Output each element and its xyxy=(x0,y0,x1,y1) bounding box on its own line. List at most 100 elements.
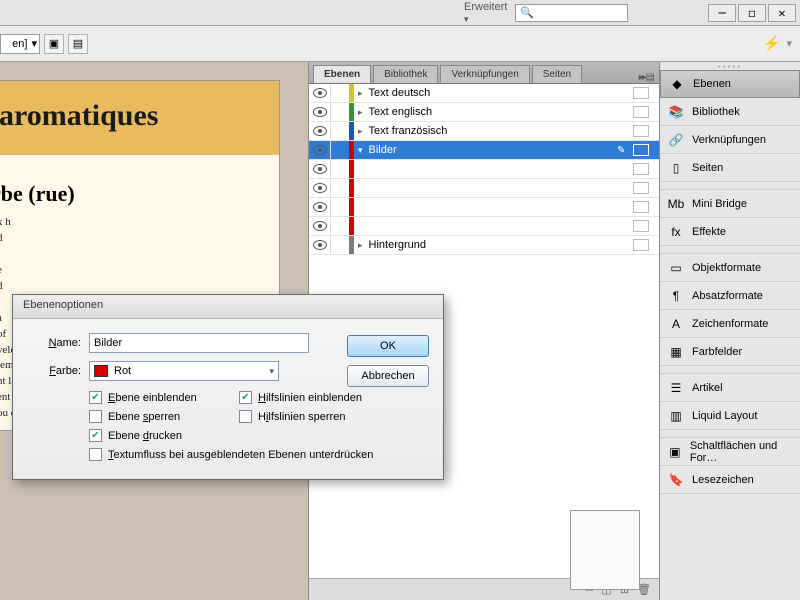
toolbar-icon-2[interactable]: ▤ xyxy=(68,34,88,54)
zoom-dropdown[interactable]: en]▾ xyxy=(0,34,40,54)
dock-grip[interactable]: ▪▪▪▪▪ xyxy=(660,62,800,70)
dock-item-icon: ▥ xyxy=(668,408,684,424)
name-label: Name: xyxy=(29,337,81,349)
panel-tab-bibliothek[interactable]: Bibliothek xyxy=(373,65,438,83)
visibility-toggle[interactable] xyxy=(309,160,331,178)
dock-item-mini-bridge[interactable]: MbMini Bridge xyxy=(660,190,800,218)
checkbox-icon[interactable] xyxy=(89,410,102,423)
selection-indicator[interactable] xyxy=(633,182,649,194)
checkbox-icon[interactable] xyxy=(239,410,252,423)
checkbox-option[interactable]: ✔Hilfslinien einblenden xyxy=(239,391,429,404)
checkbox-icon[interactable]: ✔ xyxy=(89,429,102,442)
dock-item-seiten[interactable]: ▯Seiten xyxy=(660,154,800,182)
layer-color-bar xyxy=(349,217,354,235)
checkbox-label: Hilfslinien sperren xyxy=(258,411,345,423)
search-input[interactable]: 🔍 xyxy=(515,4,628,22)
layer-name-label: Text englisch xyxy=(367,106,633,118)
dock-item-icon: 🔖 xyxy=(668,472,684,488)
dock-item-lesezeichen[interactable]: 🔖Lesezeichen xyxy=(660,466,800,494)
dock-item-schaltfl-chen-und-for-[interactable]: ▣Schaltflächen und For… xyxy=(660,438,800,466)
layer-row[interactable]: ▸Hintergrund xyxy=(309,236,659,255)
selection-indicator[interactable] xyxy=(633,220,649,232)
control-bar: en]▾ ▣ ▤ ⚡ ▾ xyxy=(0,26,800,62)
selection-indicator[interactable] xyxy=(633,125,649,137)
panel-tab-verknüpfungen[interactable]: Verknüpfungen xyxy=(440,65,529,83)
dock-item-zeichenformate[interactable]: AZeichenformate xyxy=(660,310,800,338)
disclosure-triangle-icon[interactable]: ▾ xyxy=(358,145,363,156)
layer-row[interactable] xyxy=(309,179,659,198)
panel-collapse-icon[interactable]: ▸▸ ▤ xyxy=(633,72,659,83)
image-frame-placeholder[interactable] xyxy=(570,510,640,590)
layer-row[interactable]: ▾Bilder✎ xyxy=(309,141,659,160)
selection-indicator[interactable] xyxy=(633,163,649,175)
layer-row[interactable]: ▸Text französisch xyxy=(309,122,659,141)
checkbox-icon[interactable]: ✔ xyxy=(89,391,102,404)
checkbox-option[interactable]: ✔Ebene einblenden xyxy=(89,391,239,404)
dock-item-liquid-layout[interactable]: ▥ Liquid Layout xyxy=(660,402,800,430)
panel-tab-ebenen[interactable]: Ebenen xyxy=(313,65,371,83)
color-value: Rot xyxy=(114,365,131,377)
selection-indicator[interactable] xyxy=(633,106,649,118)
layer-row[interactable]: ▸Text deutsch xyxy=(309,84,659,103)
visibility-toggle[interactable] xyxy=(309,236,331,254)
layer-color-bar xyxy=(349,141,354,159)
dock-item-bibliothek[interactable]: 📚Bibliothek xyxy=(660,98,800,126)
selection-indicator[interactable] xyxy=(633,201,649,213)
selection-indicator[interactable] xyxy=(633,144,649,156)
layer-row[interactable] xyxy=(309,217,659,236)
minimize-button[interactable]: ─ xyxy=(708,4,736,22)
dock-item-effekte[interactable]: fxEffekte xyxy=(660,218,800,246)
disclosure-triangle-icon[interactable]: ▸ xyxy=(358,126,363,137)
dock-item-icon: ◆ xyxy=(669,76,685,92)
dock-item-farbfelder[interactable]: ▦Farbfelder xyxy=(660,338,800,366)
checkbox-icon[interactable] xyxy=(89,448,102,461)
disclosure-triangle-icon[interactable]: ▸ xyxy=(358,240,363,251)
eye-icon xyxy=(313,145,327,155)
bolt-icon[interactable]: ⚡ xyxy=(763,35,780,52)
visibility-toggle[interactable] xyxy=(309,84,331,102)
checkbox-option[interactable]: Hilfslinien sperren xyxy=(239,410,429,423)
dock-item-artikel[interactable]: ☰Artikel xyxy=(660,374,800,402)
visibility-toggle[interactable] xyxy=(309,179,331,197)
dock-item-label: Schaltflächen und For… xyxy=(690,440,792,464)
ok-button[interactable]: OK xyxy=(347,335,429,357)
maximize-button[interactable]: ◻ xyxy=(738,4,766,22)
visibility-toggle[interactable] xyxy=(309,198,331,216)
cancel-button[interactable]: Abbrechen xyxy=(347,365,429,387)
checkbox-option[interactable]: Ebene sperren xyxy=(89,410,239,423)
visibility-toggle[interactable] xyxy=(309,103,331,121)
checkbox-icon[interactable]: ✔ xyxy=(239,391,252,404)
panel-tab-seiten[interactable]: Seiten xyxy=(532,65,582,83)
dock-separator xyxy=(660,182,800,190)
dock-item-icon: A xyxy=(668,316,684,332)
selection-indicator[interactable] xyxy=(633,239,649,251)
dock-item-objektformate[interactable]: ▭Objektformate xyxy=(660,254,800,282)
dock-item-ebenen[interactable]: ◆Ebenen xyxy=(660,70,800,98)
disclosure-triangle-icon[interactable]: ▸ xyxy=(358,88,363,99)
dock-item-absatzformate[interactable]: ¶Absatzformate xyxy=(660,282,800,310)
layer-row[interactable]: ▸ Text englisch xyxy=(309,103,659,122)
checkbox-option[interactable]: Textumfluss bei ausgeblendeten Ebenen un… xyxy=(89,448,429,461)
dock-item-icon: ▯ xyxy=(668,160,684,176)
visibility-toggle[interactable] xyxy=(309,122,331,140)
workspace-mode-dropdown[interactable]: Erweitert xyxy=(464,1,507,25)
visibility-toggle[interactable] xyxy=(309,141,331,159)
layer-color-select[interactable]: Rot xyxy=(89,361,279,381)
color-swatch-icon xyxy=(94,365,108,377)
right-dock: ▪▪▪▪▪ ◆Ebenen📚Bibliothek🔗Verknüpfungen▯S… xyxy=(660,62,800,600)
layer-row[interactable] xyxy=(309,160,659,179)
layer-row[interactable] xyxy=(309,198,659,217)
layer-color-bar xyxy=(349,198,354,216)
toolbar-icon-1[interactable]: ▣ xyxy=(44,34,64,54)
selection-indicator[interactable] xyxy=(633,87,649,99)
dock-item-icon: ▭ xyxy=(668,260,684,276)
dock-item-verkn-pfungen[interactable]: 🔗Verknüpfungen xyxy=(660,126,800,154)
dock-item-label: Liquid Layout xyxy=(692,410,757,422)
layer-name-input[interactable] xyxy=(89,333,309,353)
pen-icon: ✎ xyxy=(617,145,629,156)
dock-item-icon: ¶ xyxy=(668,288,684,304)
disclosure-triangle-icon[interactable]: ▸ xyxy=(358,107,363,118)
close-button[interactable]: ✕ xyxy=(768,4,796,22)
checkbox-option[interactable]: ✔Ebene drucken xyxy=(89,429,239,442)
visibility-toggle[interactable] xyxy=(309,217,331,235)
